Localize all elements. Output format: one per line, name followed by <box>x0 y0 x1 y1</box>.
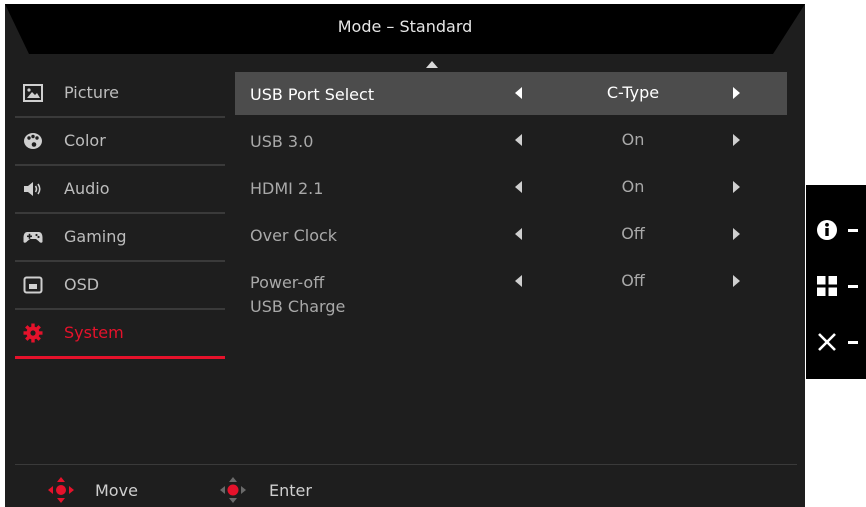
arrow-left-icon[interactable] <box>515 134 522 146</box>
speaker-icon <box>24 182 41 196</box>
hint-enter-label: Enter <box>269 481 312 500</box>
osd-icon <box>23 276 43 294</box>
setting-row-over-clock[interactable]: Over Clock Off <box>235 213 787 260</box>
joystick-move-icon <box>48 477 74 503</box>
close-button[interactable] <box>816 327 862 357</box>
setting-value: On <box>621 177 645 196</box>
arrow-right-icon[interactable] <box>733 87 740 99</box>
arrow-right-icon[interactable] <box>733 275 740 287</box>
menu-item-gaming[interactable]: Gaming <box>15 214 225 262</box>
menu-item-audio[interactable]: Audio <box>15 166 225 214</box>
setting-value: On <box>621 130 645 149</box>
menu-item-label: System <box>64 323 124 342</box>
osd-title-bar: Mode – Standard <box>5 4 805 54</box>
hint-move: Move <box>47 476 167 504</box>
gear-icon <box>23 323 43 343</box>
menu-item-label: Color <box>64 131 106 150</box>
menu-item-label: Picture <box>64 83 120 102</box>
joystick-enter-icon <box>220 477 246 503</box>
setting-row-power-off-usb-charge[interactable]: Power-off USB Charge Off <box>235 260 787 316</box>
setting-row-usb-3-0[interactable]: USB 3.0 On <box>235 119 787 166</box>
arrow-left-icon[interactable] <box>515 228 522 240</box>
menu-item-osd[interactable]: OSD <box>15 262 225 310</box>
menu-item-label: Gaming <box>64 227 127 246</box>
menu-item-color[interactable]: Color <box>15 118 225 166</box>
osd-window: Mode – Standard Picture Color Audio Gami… <box>5 4 805 507</box>
info-button[interactable] <box>816 215 862 245</box>
setting-value: C-Type <box>606 83 660 102</box>
gamepad-icon <box>23 232 43 243</box>
menu-item-picture[interactable]: Picture <box>15 70 225 118</box>
setting-value: Off <box>621 224 645 243</box>
arrow-right-icon[interactable] <box>733 228 740 240</box>
info-icon <box>817 220 837 240</box>
setting-name-line2: USB Charge <box>250 297 346 316</box>
setting-name: USB 3.0 <box>250 132 314 151</box>
dash-icon <box>848 285 858 288</box>
menu-item-system[interactable]: System <box>15 310 225 359</box>
setting-name: HDMI 2.1 <box>250 179 324 198</box>
setting-name: Power-off USB Charge <box>250 271 345 319</box>
setting-row-usb-port-select[interactable]: USB Port Select C-Type <box>235 72 787 115</box>
palette-icon <box>24 133 42 149</box>
setting-row-hdmi-2-1[interactable]: HDMI 2.1 On <box>235 166 787 213</box>
category-menu: Picture Color Audio Gaming OSD System <box>15 70 225 359</box>
footer-divider <box>15 464 797 465</box>
arrow-right-icon[interactable] <box>733 134 740 146</box>
scroll-up-indicator[interactable] <box>426 61 438 68</box>
menu-item-label: OSD <box>64 275 100 294</box>
setting-name: Over Clock <box>250 226 338 245</box>
arrow-left-icon[interactable] <box>515 87 522 99</box>
dash-icon <box>848 341 858 344</box>
dash-icon <box>848 229 858 232</box>
hint-enter: Enter <box>219 476 339 504</box>
settings-list: USB Port Select C-Type USB 3.0 On HDMI 2… <box>235 72 787 316</box>
menu-grid-icon <box>817 276 837 296</box>
arrow-left-icon[interactable] <box>515 275 522 287</box>
picture-icon <box>23 84 43 102</box>
close-icon <box>818 333 836 351</box>
setting-name: USB Port Select <box>250 85 375 104</box>
setting-name-line1: Power-off <box>250 273 325 292</box>
setting-value: Off <box>621 271 645 290</box>
osd-title: Mode – Standard <box>337 17 473 36</box>
menu-grid-button[interactable] <box>816 271 862 301</box>
hint-move-label: Move <box>95 481 138 500</box>
menu-item-label: Audio <box>64 179 110 198</box>
arrow-left-icon[interactable] <box>515 181 522 193</box>
side-button-panel <box>806 185 866 379</box>
arrow-right-icon[interactable] <box>733 181 740 193</box>
